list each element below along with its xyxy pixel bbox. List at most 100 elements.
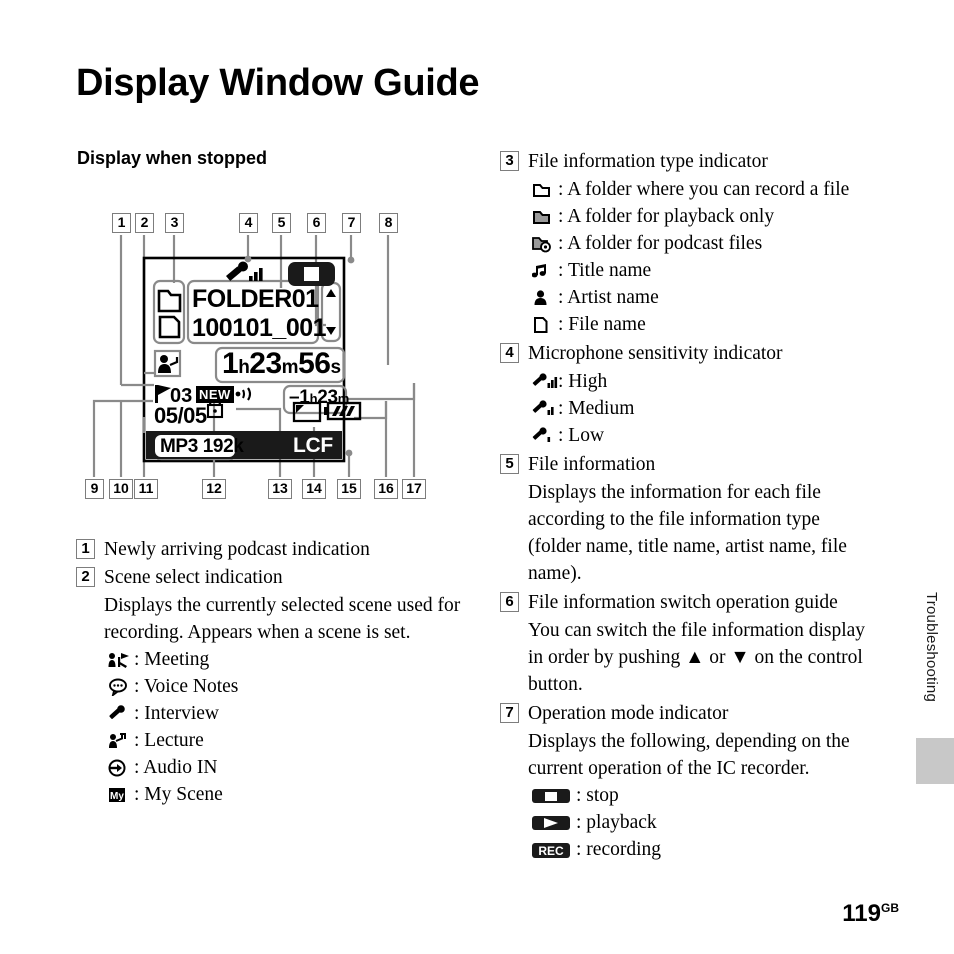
scene-label-voice-notes: : Voice Notes (134, 676, 239, 697)
list-item-3: 3 File information type indicator (500, 148, 900, 175)
interview-icon (108, 704, 134, 723)
mode-option-playback: : playback (532, 809, 900, 836)
callout-6: 6 (307, 213, 326, 233)
list-item-1: 1 Newly arriving podcast indication (76, 536, 476, 563)
lcd-elapsed-minutes: 23 (249, 347, 282, 380)
item-number-2: 2 (76, 567, 95, 587)
callout-11: 11 (134, 479, 158, 499)
fileinfo-option-folder-playback: : A folder for playback only (532, 203, 900, 230)
voice-notes-icon (108, 678, 134, 696)
lcd-scene-lecture-icon (158, 355, 179, 373)
folder-playback-icon (532, 208, 558, 226)
meeting-icon (108, 651, 134, 669)
lcd-elapsed-second-unit: s (330, 357, 341, 378)
lcd-remaining-hours: 1 (299, 387, 310, 408)
mic-option-low: : Low (532, 422, 900, 449)
item-title-2: Scene select indication (104, 567, 283, 588)
fileinfo-label-folder-playback: : A folder for playback only (558, 206, 775, 227)
callout-5: 5 (272, 213, 291, 233)
callout-8: 8 (379, 213, 398, 233)
scene-option-voice-notes: : Voice Notes (108, 673, 476, 700)
lcd-remaining-minutes: 23 (317, 387, 338, 408)
callout-1: 1 (112, 213, 131, 233)
lcd-lcf-badge: LCF (293, 434, 333, 457)
mode-label-playback: : playback (576, 812, 657, 833)
item-title-7: Operation mode indicator (528, 703, 729, 724)
playback-mode-icon (532, 814, 576, 832)
callout-2: 2 (135, 213, 154, 233)
lcd-mic-sensitivity-icon (226, 261, 263, 281)
mic-label-high: : High (558, 371, 608, 392)
fileinfo-option-folder-podcast: : A folder for podcast files (532, 230, 900, 257)
lcd-file-counter: 05/05 (154, 403, 207, 428)
section-heading: Display when stopped (77, 148, 268, 168)
side-tab-label: Troubleshooting (923, 592, 940, 703)
lcd-display-diagram: FOLDER01 100101_001 1h23m56s –1h23m 03 N… (76, 205, 436, 515)
lcd-folder-icon (157, 289, 182, 313)
lcd-elapsed-seconds: 56 (298, 347, 331, 380)
scene-option-meeting: : Meeting (108, 646, 476, 673)
mode-label-recording: : recording (576, 839, 662, 860)
lcd-folder-name: FOLDER01 (192, 285, 319, 313)
callout-17: 17 (402, 479, 426, 499)
fileinfo-label-folder-podcast: : A folder for podcast files (558, 233, 763, 254)
scene-label-my-scene: : My Scene (134, 784, 223, 805)
page-title: Display Window Guide (76, 62, 480, 104)
lcd-file-icon (158, 315, 181, 339)
fileinfo-label-artist: : Artist name (558, 287, 659, 308)
lcd-scroll-arrows (326, 289, 336, 335)
callout-10: 10 (109, 479, 133, 499)
mode-option-stop: : stop (532, 782, 900, 809)
item-number-5: 5 (500, 454, 519, 474)
mode-option-recording: REC : recording (532, 836, 900, 863)
svg-text:REC: REC (538, 844, 564, 858)
item-title-1: Newly arriving podcast indication (104, 539, 370, 560)
list-item-6: 6 File information switch operation guid… (500, 589, 900, 616)
callout-15: 15 (337, 479, 361, 499)
list-item-7: 7 Operation mode indicator (500, 700, 900, 727)
fileinfo-option-title: : Title name (532, 257, 900, 284)
scene-label-lecture: : Lecture (134, 730, 204, 751)
scene-label-interview: : Interview (134, 703, 220, 724)
list-item-4: 4 Microphone sensitivity indicator (500, 340, 900, 367)
side-tab-marker (916, 738, 954, 784)
file-page-icon (532, 316, 558, 334)
music-note-icon (532, 262, 558, 280)
item-title-5: File information (528, 454, 656, 475)
fileinfo-option-artist: : Artist name (532, 284, 900, 311)
mic-label-medium: : Medium (558, 398, 635, 419)
lcd-elapsed-hours: 1 (222, 347, 239, 380)
scene-label-meeting: : Meeting (134, 649, 210, 670)
page-number-value: 119 (842, 900, 881, 927)
right-column: 3 File information type indicator : A fo… (500, 148, 900, 863)
fileinfo-label-folder-recordable: : A folder where you can record a file (558, 179, 850, 200)
mic-low-icon (532, 426, 558, 445)
mic-label-low: : Low (558, 425, 605, 446)
callout-4: 4 (239, 213, 258, 233)
page-number: 119GB (842, 900, 899, 928)
scene-option-my-scene: My : My Scene (108, 781, 476, 808)
mic-medium-icon (532, 399, 558, 418)
callout-14: 14 (302, 479, 326, 499)
svg-text:My: My (110, 791, 124, 802)
callout-9: 9 (85, 479, 104, 499)
folder-podcast-icon (532, 235, 558, 253)
callout-13: 13 (268, 479, 292, 499)
mic-option-medium: : Medium (532, 395, 900, 422)
lcd-remaining-sign: – (289, 387, 300, 408)
lcd-elapsed-hour-unit: h (238, 357, 250, 378)
item-number-1: 1 (76, 539, 95, 559)
list-item-5: 5 File information (500, 451, 900, 478)
lcd-remaining-minute-unit: m (337, 391, 350, 406)
my-scene-icon: My (108, 786, 134, 804)
lecture-icon (108, 732, 134, 750)
left-column: 1 Newly arriving podcast indication 2 Sc… (76, 536, 476, 808)
folder-recordable-icon (532, 181, 558, 199)
mic-option-high: : High (532, 368, 900, 395)
callout-7: 7 (342, 213, 361, 233)
item-body-7: Displays the following, depending on the… (528, 731, 850, 779)
page-number-suffix: GB (881, 901, 899, 915)
fileinfo-label-file: : File name (558, 314, 646, 335)
lcd-file-name: 100101_001 (192, 314, 327, 342)
callout-12: 12 (202, 479, 226, 499)
